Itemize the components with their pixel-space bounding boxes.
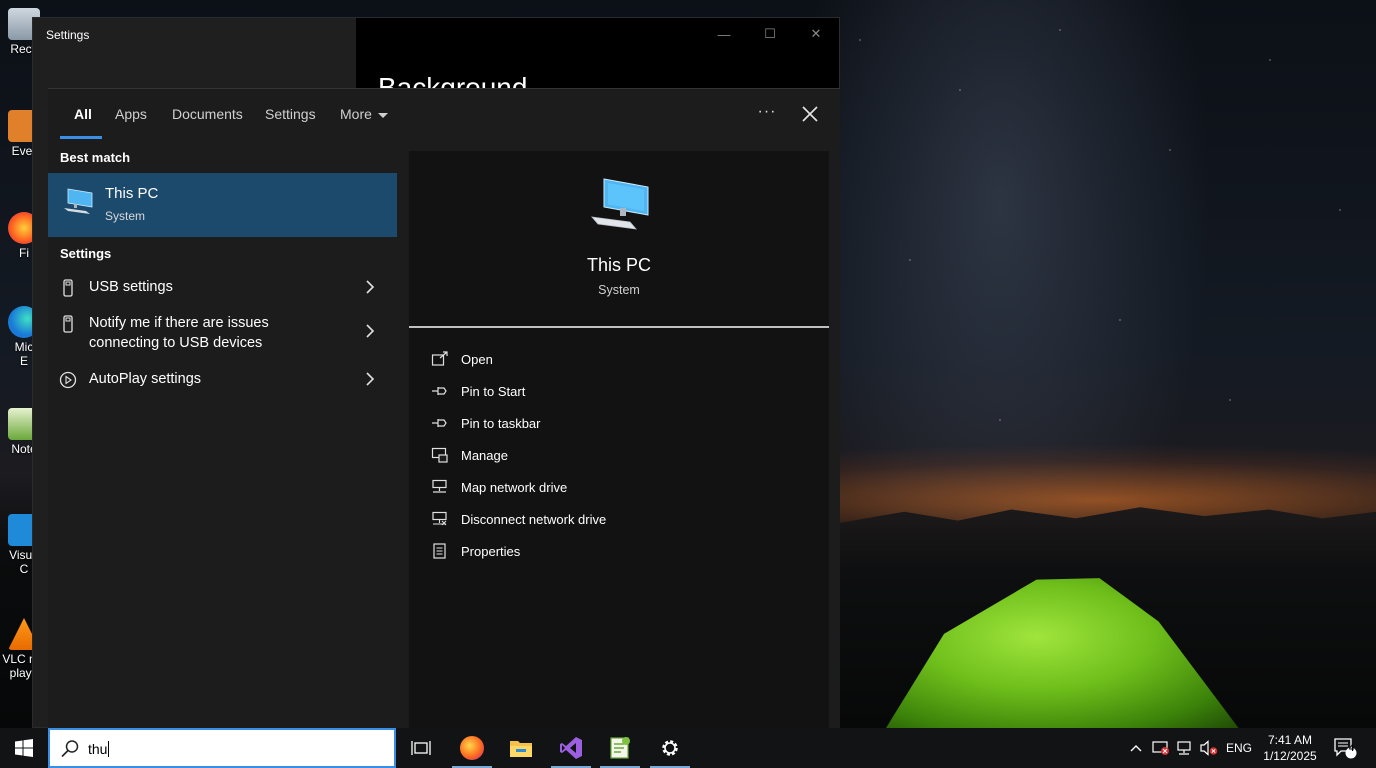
settings-results-heading: Settings: [60, 246, 112, 261]
task-view-icon: [411, 741, 431, 755]
action-label: Pin to Start: [461, 383, 526, 399]
clock-time: 7:41 AM: [1267, 733, 1313, 747]
result-label: USB settings: [89, 279, 173, 295]
tray-language[interactable]: ENG: [1222, 728, 1256, 768]
action-manage[interactable]: Manage: [431, 444, 508, 466]
this-pc-icon: [64, 188, 93, 214]
taskbar-search-box[interactable]: thu: [48, 728, 396, 768]
network-icon: [1177, 741, 1191, 755]
result-label: AutoPlay settings: [89, 371, 202, 387]
close-window-button[interactable]: ✕: [793, 18, 839, 50]
taskbar-settings[interactable]: [646, 728, 694, 768]
tab-apps[interactable]: Apps: [115, 106, 147, 122]
start-button[interactable]: [0, 728, 48, 768]
result-usb-notify[interactable]: Notify me if there are issues connecting…: [48, 313, 397, 355]
search-filter-tabs: All Apps Documents Settings More ···: [48, 89, 840, 139]
this-pc-icon: [591, 178, 649, 230]
chevron-right-icon: [366, 324, 375, 338]
action-properties[interactable]: Properties: [431, 540, 520, 562]
task-view-button[interactable]: [397, 728, 445, 768]
chevron-right-icon: [366, 372, 375, 386]
tray-network[interactable]: [1174, 728, 1196, 768]
start-search-panel: All Apps Documents Settings More ··· Bes…: [48, 88, 840, 729]
preview-title: This PC: [586, 255, 651, 275]
best-match-result[interactable]: This PC System: [48, 173, 397, 237]
best-match-type: System: [105, 209, 146, 223]
taskbar-file-explorer[interactable]: [497, 728, 545, 768]
action-disconnect-network-drive[interactable]: Disconnect network drive: [431, 508, 606, 530]
action-center-button[interactable]: 4: [1330, 728, 1360, 768]
tray-clock[interactable]: 7:41 AM 1/12/2025: [1256, 732, 1324, 764]
best-match-heading: Best match: [60, 150, 131, 165]
window-controls: — ☐ ✕: [701, 18, 839, 50]
action-open[interactable]: Open: [431, 348, 493, 370]
autoplay-icon: [59, 371, 77, 389]
action-label: Disconnect network drive: [461, 511, 607, 527]
show-hidden-icons-button[interactable]: [1126, 728, 1146, 768]
action-label: Properties: [461, 543, 521, 559]
result-usb-settings[interactable]: USB settings: [48, 277, 397, 299]
tab-settings[interactable]: Settings: [265, 106, 316, 122]
taskbar-notepad-plus[interactable]: [596, 728, 644, 768]
maximize-button[interactable]: ☐: [747, 18, 793, 50]
tray-volume[interactable]: [1198, 728, 1220, 768]
close-icon: [802, 106, 818, 122]
search-query: thu: [88, 741, 110, 757]
file-explorer-icon: [510, 741, 532, 757]
search-icon: [61, 740, 79, 758]
volume-muted-icon: [1200, 740, 1218, 756]
action-label: Manage: [461, 447, 508, 463]
visual-studio-icon: [560, 737, 582, 759]
settings-gear-icon: [662, 740, 678, 756]
clock-date: 1/12/2025: [1263, 749, 1317, 763]
result-autoplay-settings[interactable]: AutoPlay settings: [48, 369, 397, 391]
best-match-name: This PC: [105, 185, 159, 202]
taskbar-visual-studio[interactable]: [547, 728, 595, 768]
tab-all[interactable]: All: [74, 106, 92, 122]
minimize-button[interactable]: —: [701, 18, 747, 50]
text-cursor: [108, 741, 110, 757]
notepad-plus-icon: [610, 737, 630, 759]
chevron-up-icon: [1130, 745, 1142, 752]
windows-logo-icon: [15, 739, 33, 757]
taskbar: thu ENG 7:41 AM 1/12/2025 4: [0, 728, 1376, 768]
tab-more[interactable]: More: [340, 106, 388, 122]
more-options-button[interactable]: ···: [754, 101, 780, 127]
usb-icon: [63, 279, 73, 297]
pin-icon: [432, 387, 447, 395]
shield-alert-icon: [1152, 741, 1169, 755]
usb-icon: [63, 315, 73, 333]
result-label: Notify me if there are issues connecting…: [89, 315, 269, 351]
tab-documents[interactable]: Documents: [172, 106, 243, 122]
settings-window-title: Settings: [46, 28, 90, 42]
preview-subtitle: System: [598, 283, 640, 297]
result-preview-pane: This PC System Open Pin to Start Pin to …: [409, 151, 829, 729]
pin-icon: [432, 419, 447, 427]
action-map-network-drive[interactable]: Map network drive: [431, 476, 567, 498]
action-label: Map network drive: [461, 479, 568, 495]
tab-more-label: More: [340, 106, 372, 122]
action-label: Pin to taskbar: [461, 415, 541, 431]
firefox-icon: [460, 736, 484, 760]
tray-security-status[interactable]: [1150, 728, 1172, 768]
action-pin-to-start[interactable]: Pin to Start: [431, 380, 525, 402]
search-query-text: thu: [88, 741, 108, 757]
notification-count-badge: 4: [1349, 743, 1355, 753]
search-results-list: Best match This PC System Settings USB s…: [48, 139, 397, 729]
manage-icon: [431, 447, 448, 463]
caret-down-icon: [377, 112, 388, 118]
taskbar-firefox[interactable]: [448, 728, 496, 768]
action-pin-to-taskbar[interactable]: Pin to taskbar: [431, 412, 541, 434]
network-drive-icon: [432, 479, 447, 493]
close-search-button[interactable]: [797, 101, 823, 127]
disconnect-drive-icon: [432, 511, 447, 526]
wallpaper-stars: [840, 0, 1376, 500]
chevron-right-icon: [366, 280, 375, 294]
properties-icon: [433, 543, 446, 559]
preview-header: This PC System: [409, 151, 829, 328]
action-label: Open: [461, 351, 493, 367]
open-icon: [431, 351, 448, 366]
